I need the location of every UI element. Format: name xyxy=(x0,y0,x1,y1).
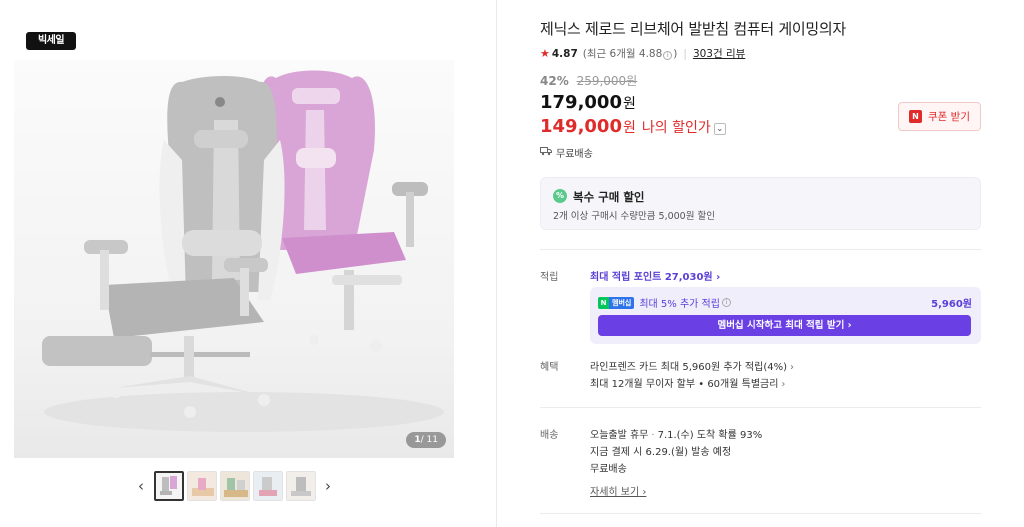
percent-icon: % xyxy=(553,189,567,203)
star-icon: ★ xyxy=(540,47,550,60)
multi-discount-title: 복수 구매 할인 xyxy=(573,190,645,204)
naver-plus-icon: N 멤버십 xyxy=(598,296,635,309)
review-count-link[interactable]: 303건 리뷰 xyxy=(693,46,745,61)
naver-n-icon: N xyxy=(909,110,922,123)
thumbnail-1[interactable] xyxy=(153,471,184,501)
original-price: 259,000원 xyxy=(576,74,638,88)
image-page-indicator: 1/ 11 xyxy=(406,432,446,448)
thumbnail-2[interactable] xyxy=(186,471,217,501)
membership-start-button[interactable]: 멤버십 시작하고 최대 적립 받기 › xyxy=(598,315,971,336)
chevron-left-icon[interactable]: ‹ xyxy=(130,471,152,501)
my-discount-price[interactable]: 149,000 원 나의 할인가 ⌄ xyxy=(540,116,726,137)
thumbnail-3[interactable] xyxy=(219,471,250,501)
divider xyxy=(540,249,981,250)
chevron-right-icon[interactable]: › xyxy=(317,471,339,501)
chevron-down-icon[interactable]: ⌄ xyxy=(713,123,726,135)
multi-purchase-discount: % 복수 구매 할인 2개 이상 구매시 수량만큼 5,000원 할인 xyxy=(540,177,981,230)
rating-row: ★ 4.87 (최근 6개월 4.88 i) | 303건 리뷰 xyxy=(540,46,746,61)
truck-icon xyxy=(540,146,552,159)
thumbnail-4[interactable] xyxy=(252,471,283,501)
delivery-dispatch: 지금 결제 시 6.29.(월) 발송 예정 xyxy=(590,447,732,458)
delivery-label: 배송 xyxy=(540,430,559,441)
discount-percent: 42% xyxy=(540,74,569,88)
info-icon[interactable]: i xyxy=(721,298,731,307)
delivery-detail-link[interactable]: 자세히 보기 › xyxy=(590,483,646,498)
max-points-link[interactable]: 최대 적립 포인트 27,030원 › xyxy=(590,268,720,283)
benefit-card-link[interactable]: 라인프렌즈 카드 최대 5,960원 추가 적립(4%) › xyxy=(590,358,794,373)
delivery-today: 오늘출발 휴무 · 7.1.(수) 도착 확률 93% xyxy=(590,430,763,441)
benefits-label: 혜택 xyxy=(540,362,559,373)
coupon-button[interactable]: N 쿠폰 받기 xyxy=(898,102,981,131)
product-gallery: 빅세일 1/ 11 ‹ › xyxy=(0,0,497,527)
product-title: 제닉스 제로드 리브체어 발받침 컴퓨터 게이밍의자 xyxy=(540,20,846,38)
delivery-free: 무료배송 xyxy=(590,464,627,475)
membership-row: N 멤버십 최대 5% 추가 적립 i xyxy=(598,295,731,310)
discount-row: 42% 259,000원 xyxy=(540,72,637,89)
chair-illustration xyxy=(42,70,444,432)
membership-box: N 멤버십 최대 5% 추가 적립 i 5,960원 멤버십 시작하고 최대 적립… xyxy=(590,287,981,344)
info-icon[interactable]: i xyxy=(663,51,673,60)
membership-amount: 5,960원 xyxy=(931,299,972,310)
rating-score: 4.87 xyxy=(551,47,578,60)
thumbnail-5[interactable] xyxy=(285,471,316,501)
divider xyxy=(540,407,981,408)
free-shipping: 무료배송 xyxy=(540,145,593,160)
benefit-installment-link[interactable]: 최대 12개월 무이자 할부 • 60개월 특별금리 › xyxy=(590,375,785,390)
sale-price: 179,000원 xyxy=(540,92,636,113)
product-main-image[interactable]: 1/ 11 xyxy=(14,60,454,458)
points-label: 적립 xyxy=(540,272,559,283)
chevron-right-icon: › xyxy=(716,272,721,283)
rating-recent: (최근 6개월 4.88 i) xyxy=(582,48,678,60)
multi-discount-desc: 2개 이상 구매시 수량만큼 5,000원 할인 xyxy=(553,211,715,222)
brand-badge: 빅세일 xyxy=(26,32,76,50)
thumbnail-strip: ‹ › xyxy=(130,471,339,501)
divider xyxy=(540,513,981,514)
